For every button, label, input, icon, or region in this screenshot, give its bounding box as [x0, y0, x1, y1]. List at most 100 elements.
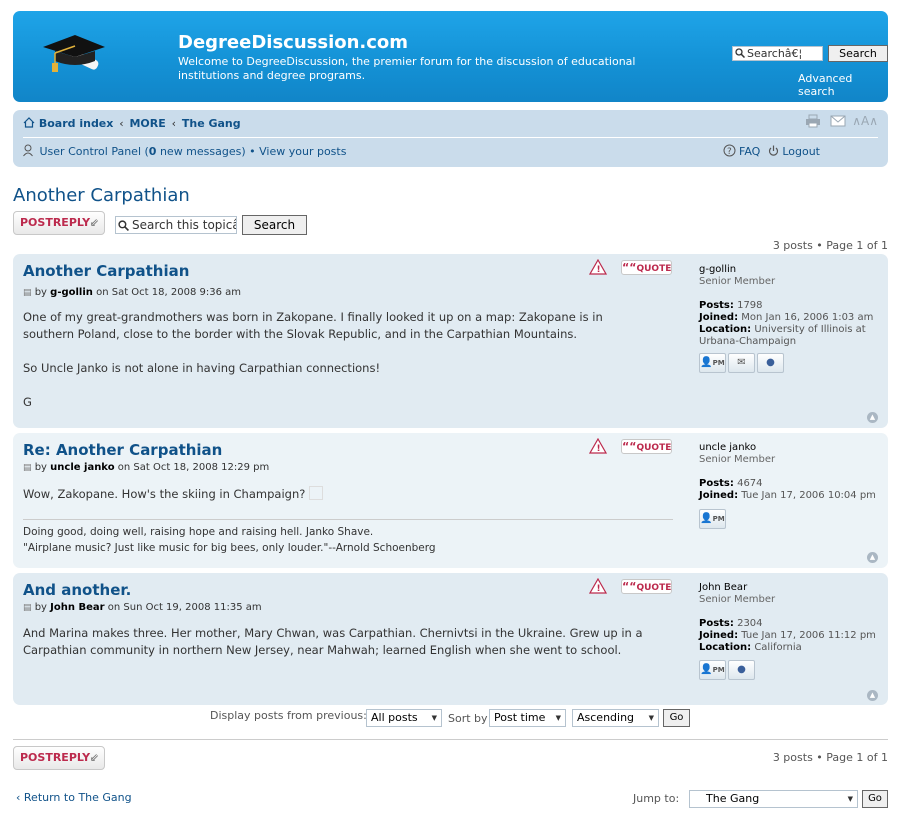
- pm-button[interactable]: 👤PM: [699, 509, 726, 529]
- author-link[interactable]: g-gollin: [50, 287, 93, 298]
- profile-username[interactable]: g-gollin: [699, 264, 879, 276]
- header-search-input[interactable]: Searchâ€¦: [732, 46, 823, 61]
- print-icon[interactable]: [805, 114, 825, 128]
- posts-count-link[interactable]: 1798: [737, 300, 762, 311]
- post-icon: ▤: [23, 288, 32, 298]
- font-size-toggle-icon[interactable]: ∧A∧: [852, 114, 878, 128]
- posts-count-link[interactable]: 4674: [737, 478, 762, 489]
- page-title[interactable]: Another Carpathian: [13, 185, 190, 206]
- sort-direction-select[interactable]: Ascending ▼: [572, 709, 659, 727]
- post-title[interactable]: And another.: [23, 581, 131, 599]
- breadcrumb-more[interactable]: MORE: [129, 117, 165, 130]
- report-icon[interactable]: !: [588, 577, 608, 594]
- author-link[interactable]: John Bear: [50, 602, 104, 613]
- sort-key-select[interactable]: Post time ▼: [489, 709, 566, 727]
- report-icon[interactable]: !: [588, 258, 608, 275]
- view-your-posts-link[interactable]: View your posts: [259, 145, 346, 158]
- topic-search-input[interactable]: Search this topicâ€¦: [115, 216, 237, 234]
- advanced-search-link[interactable]: Advanced search: [798, 72, 888, 98]
- home-icon: [23, 117, 39, 130]
- jump-to-value: The Gang: [706, 792, 760, 805]
- display-options: Display posts from previous:: [210, 709, 367, 722]
- posts-count-link[interactable]: 2304: [737, 618, 762, 629]
- by-label: by: [34, 602, 47, 613]
- post-paragraph: G: [23, 395, 32, 409]
- sort-direction-value: Ascending: [577, 711, 635, 724]
- pm-button[interactable]: 👤PM: [699, 353, 726, 373]
- signature: Doing good, doing well, raising hope and…: [23, 519, 673, 556]
- website-button[interactable]: ●: [757, 353, 784, 373]
- graduation-cap-logo-icon[interactable]: [39, 25, 109, 81]
- quote-mark-icon: ““: [622, 580, 637, 593]
- quote-mark-icon: ““: [622, 440, 637, 453]
- post-title[interactable]: Re: Another Carpathian: [23, 441, 222, 459]
- email-topic-icon[interactable]: [830, 114, 850, 128]
- profile-username[interactable]: uncle janko: [699, 442, 879, 454]
- breadcrumb-board-index[interactable]: Board index: [39, 117, 114, 130]
- back-to-top-icon[interactable]: ▲: [867, 412, 878, 423]
- breadcrumb: Board index ‹ MORE ‹ The Gang: [23, 117, 241, 130]
- site-header: DegreeDiscussion.com Welcome to DegreeDi…: [13, 11, 888, 102]
- globe-icon: ●: [766, 357, 775, 368]
- location-value: California: [754, 642, 802, 653]
- pm-label: PM: [712, 359, 725, 367]
- joined-date: Mon Jan 16, 2006 1:03 am: [741, 312, 874, 323]
- profile-posts: Posts: 4674: [699, 478, 879, 490]
- display-days-select[interactable]: All posts ▼: [366, 709, 442, 727]
- back-to-top-icon[interactable]: ▲: [867, 552, 878, 563]
- quote-label: QUOTE: [636, 583, 672, 593]
- email-button[interactable]: ✉: [728, 353, 755, 373]
- faq-link[interactable]: FAQ: [739, 145, 760, 158]
- quote-button[interactable]: ““QUOTE: [621, 260, 672, 275]
- navbar: Board index ‹ MORE ‹ The Gang ∧A∧ User C…: [13, 110, 888, 167]
- author-link[interactable]: uncle janko: [50, 462, 114, 473]
- profile-rank: Senior Member: [699, 454, 776, 465]
- breadcrumb-the-gang[interactable]: The Gang: [182, 117, 241, 130]
- post-content: And Marina makes three. Her mother, Mary…: [23, 625, 643, 659]
- post-title[interactable]: Another Carpathian: [23, 262, 189, 280]
- post-reply-button[interactable]: POSTREPLY ⇙: [13, 211, 105, 235]
- profile-location: Location: California: [699, 642, 879, 654]
- report-icon[interactable]: !: [588, 437, 608, 454]
- signature-line: Doing good, doing well, raising hope and…: [23, 526, 374, 538]
- jump-go-button[interactable]: Go: [862, 790, 888, 808]
- by-label: by: [34, 287, 47, 298]
- posts-label: Posts:: [699, 618, 734, 629]
- site-title[interactable]: DegreeDiscussion.com: [178, 32, 408, 53]
- profile-username[interactable]: John Bear: [699, 582, 879, 594]
- pm-button[interactable]: 👤PM: [699, 660, 726, 680]
- return-link[interactable]: ‹ Return to The Gang: [16, 791, 132, 804]
- pm-label: PM: [712, 666, 725, 674]
- profile-buttons: 👤PM ●: [699, 660, 757, 680]
- logout-link[interactable]: Logout: [782, 145, 820, 158]
- topic-search-placeholder: Search this topicâ€¦: [132, 218, 236, 232]
- post-reply-button-bottom[interactable]: POSTREPLY ⇙: [13, 746, 105, 770]
- post-profile: John Bear Senior Member Posts: 2304 Join…: [699, 582, 879, 654]
- jump-to-select[interactable]: The Gang ▼: [689, 790, 858, 808]
- quote-button[interactable]: ““QUOTE: [621, 439, 672, 454]
- user-icon: [23, 144, 40, 158]
- back-to-top-icon[interactable]: ▲: [867, 690, 878, 701]
- post-paragraph: And Marina makes three. Her mother, Mary…: [23, 626, 643, 657]
- website-button[interactable]: ●: [728, 660, 755, 680]
- post-profile: uncle janko Senior Member Posts: 4674 Jo…: [699, 442, 879, 502]
- globe-icon: ●: [737, 664, 746, 675]
- sort-go-button[interactable]: Go: [663, 709, 690, 727]
- nav-divider: [23, 137, 878, 138]
- breadcrumb-separator: ‹: [119, 117, 124, 130]
- divider: [13, 739, 888, 740]
- quote-button[interactable]: ““QUOTE: [621, 579, 672, 594]
- reply-arrow-icon: ⇙: [89, 216, 99, 229]
- joined-date: Tue Jan 17, 2006 10:04 pm: [741, 490, 876, 501]
- header-search-placeholder: Searchâ€¦: [747, 47, 803, 60]
- quote-label: QUOTE: [636, 443, 672, 453]
- profile-posts: Posts: 1798: [699, 300, 879, 312]
- topic-search-button[interactable]: Search: [242, 215, 307, 235]
- profile-rank: Senior Member: [699, 276, 776, 287]
- posts-label: Posts:: [699, 300, 734, 311]
- broken-image-icon: [309, 486, 323, 500]
- post: And another. ! ““QUOTE ▤ by John Bear on…: [13, 573, 888, 705]
- sort-key-value: Post time: [494, 711, 546, 724]
- ucp-link[interactable]: User Control Panel (0 new messages): [40, 145, 246, 158]
- header-search-button[interactable]: Search: [828, 45, 888, 62]
